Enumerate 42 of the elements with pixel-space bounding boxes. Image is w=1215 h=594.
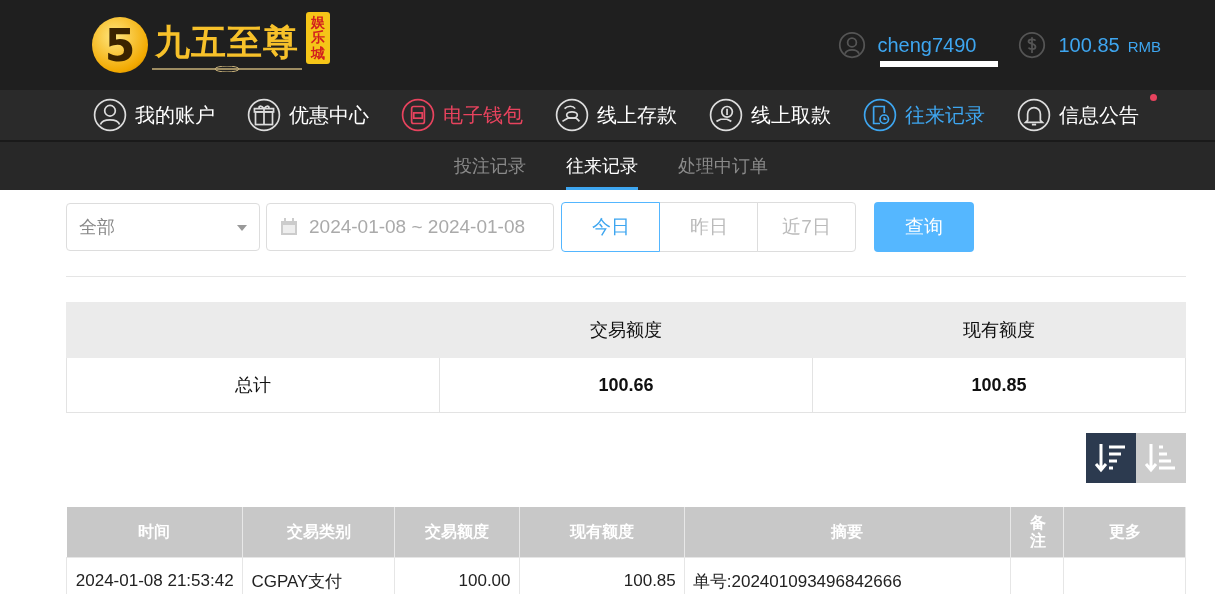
nav-icon	[93, 98, 127, 132]
ornament-icon	[152, 65, 302, 72]
table-cell: 100.85	[623, 571, 676, 590]
date-range-field[interactable]: 2024-01-08 ~ 2024-01-08	[266, 203, 554, 251]
type-dropdown[interactable]: 全部	[66, 203, 260, 251]
dollar-icon	[1018, 31, 1047, 59]
nav-icon	[401, 98, 435, 132]
nav-item[interactable]: 信息公告	[1017, 98, 1143, 132]
sort-button[interactable]	[1086, 433, 1136, 483]
nav-icon	[555, 98, 589, 132]
nav-icon	[709, 98, 743, 132]
nav-icon	[247, 98, 281, 132]
sub-tab[interactable]: 处理中订单	[678, 142, 768, 190]
column-header: 交易额度	[590, 320, 662, 340]
range-button[interactable]: 今日	[561, 202, 660, 252]
nav-item[interactable]: 电子钱包	[401, 98, 527, 132]
column-header: 现有额度	[963, 320, 1035, 340]
nav-item[interactable]: 我的账户	[93, 98, 219, 132]
balance-amount: 100.85	[1058, 33, 1120, 57]
table-cell: 100.00	[458, 571, 511, 590]
nav-item[interactable]: 往来记录	[863, 98, 989, 132]
total-value: 100.66	[598, 374, 654, 395]
table-cell: 单号:202401093496842666	[692, 571, 902, 591]
sub-tab[interactable]: 投注记录	[454, 142, 526, 190]
row-label: 总计	[235, 375, 271, 395]
sub-tab[interactable]: 往来记录	[566, 142, 638, 190]
username-link[interactable]: cheng7490	[877, 33, 977, 57]
nav-item[interactable]: 优惠中心	[247, 98, 373, 132]
table-cell: 2024-01-08 21:53:42	[75, 571, 234, 590]
nav-item[interactable]: 线上取款	[709, 98, 835, 132]
logo-tag: 娱乐城	[306, 11, 330, 65]
table-cell: CGPAY支付	[251, 571, 343, 591]
logo-mark: 5	[92, 17, 148, 73]
calendar-icon	[279, 217, 299, 237]
logo-title: 九五至尊	[155, 20, 299, 63]
query-button[interactable]: 查询	[874, 202, 974, 252]
nav-icon	[863, 98, 897, 132]
user-icon	[837, 31, 866, 59]
total-value: 100.85	[971, 374, 1027, 395]
nav-item[interactable]: 线上存款	[555, 98, 681, 132]
currency-label: RMB	[1127, 37, 1161, 55]
nav-icon	[1017, 98, 1051, 132]
